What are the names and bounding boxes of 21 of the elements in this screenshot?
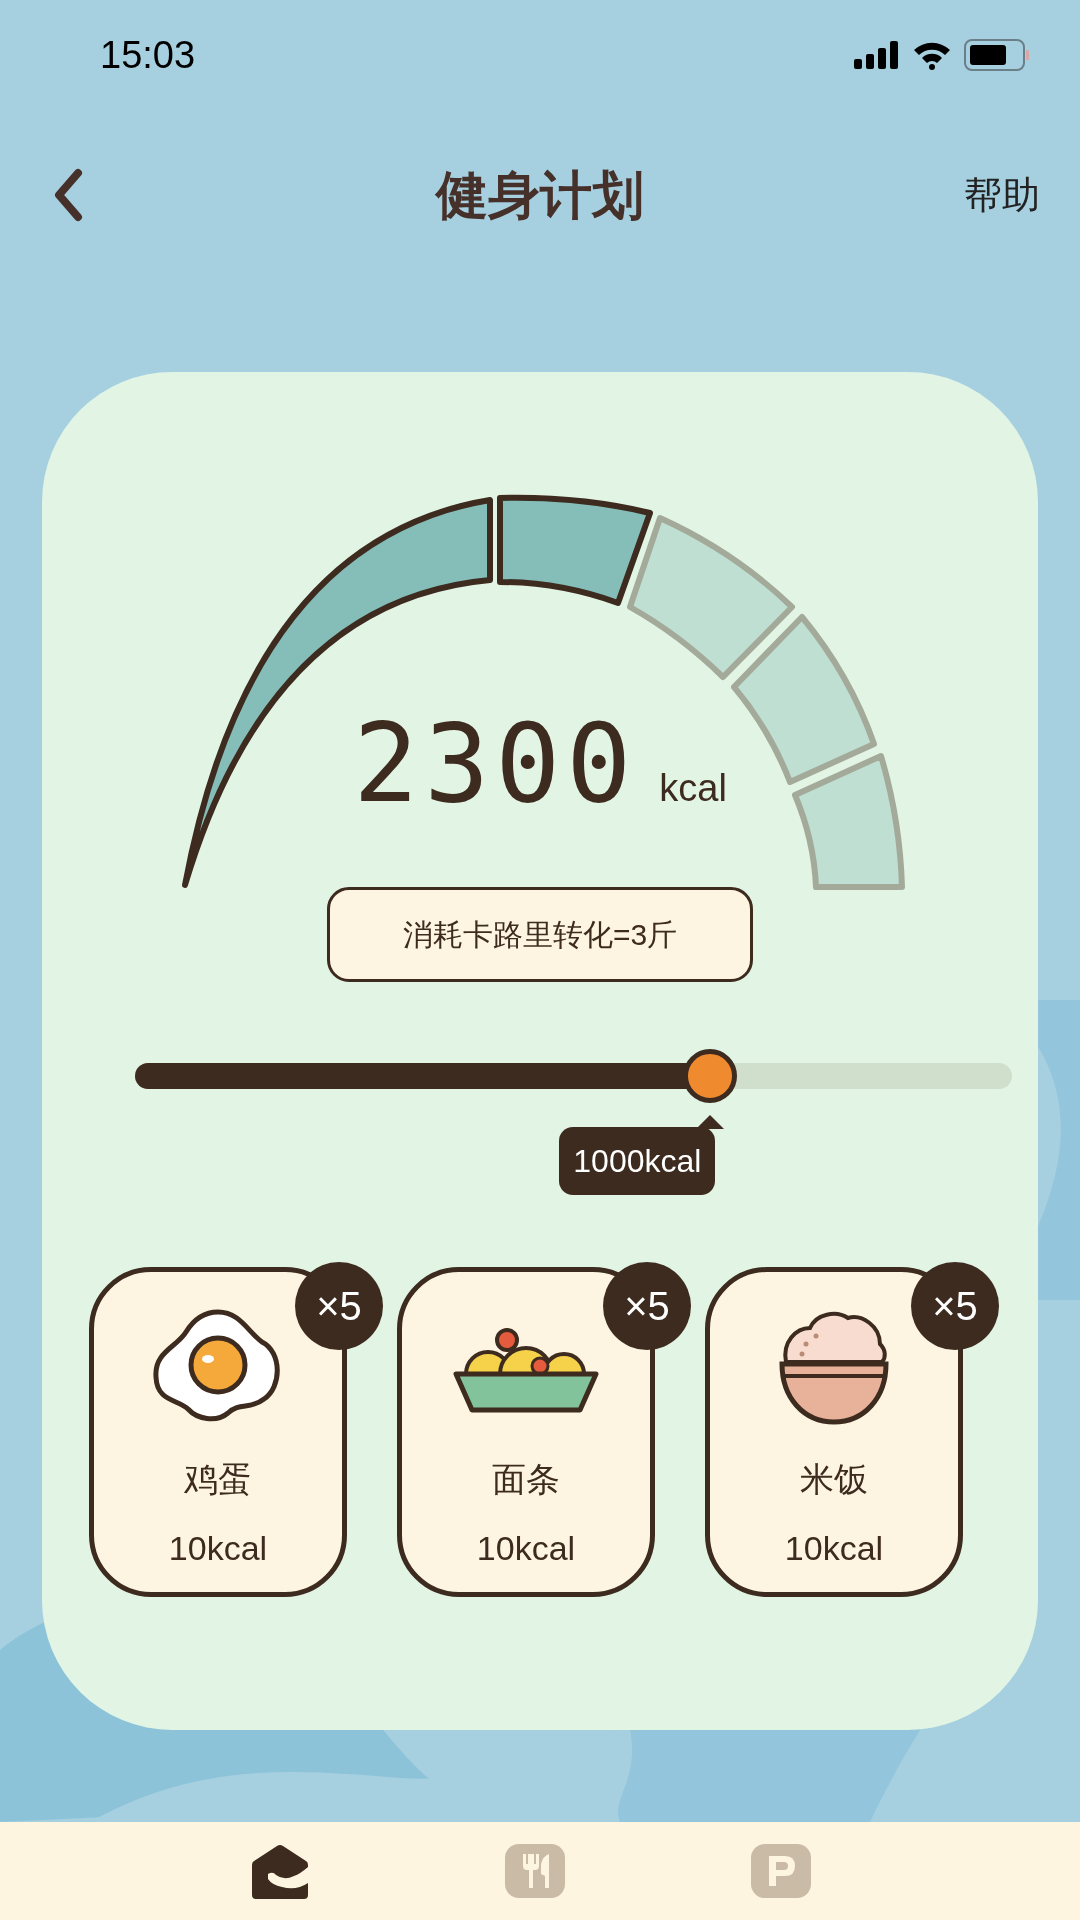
calorie-value: 2300 bbox=[353, 710, 638, 818]
wifi-icon bbox=[912, 40, 952, 70]
home-tab-icon[interactable] bbox=[250, 1843, 310, 1899]
slider-track[interactable] bbox=[135, 1063, 1012, 1089]
food-name: 米饭 bbox=[800, 1459, 868, 1500]
value-tooltip: 1000kcal bbox=[559, 1127, 716, 1195]
food-calories: 10kcal bbox=[168, 1528, 268, 1569]
food-calories: 10kcal bbox=[784, 1528, 884, 1569]
count-badge: ×5 bbox=[295, 1262, 383, 1350]
status-time: 15:03 bbox=[100, 32, 196, 78]
page-title: 健身计划 bbox=[436, 165, 644, 226]
count-badge: ×5 bbox=[911, 1262, 999, 1350]
food-name: 面条 bbox=[492, 1459, 560, 1500]
help-link[interactable]: 帮助 bbox=[964, 166, 1040, 224]
food-calories: 10kcal bbox=[476, 1528, 576, 1569]
calorie-unit: kcal bbox=[659, 766, 727, 811]
food-name: 鸡蛋 bbox=[184, 1459, 252, 1500]
battery-icon bbox=[964, 39, 1030, 71]
count-badge: ×5 bbox=[603, 1262, 691, 1350]
conversion-label: 消耗卡路里转化=3斤 bbox=[327, 887, 753, 982]
signal-icon bbox=[854, 41, 900, 69]
